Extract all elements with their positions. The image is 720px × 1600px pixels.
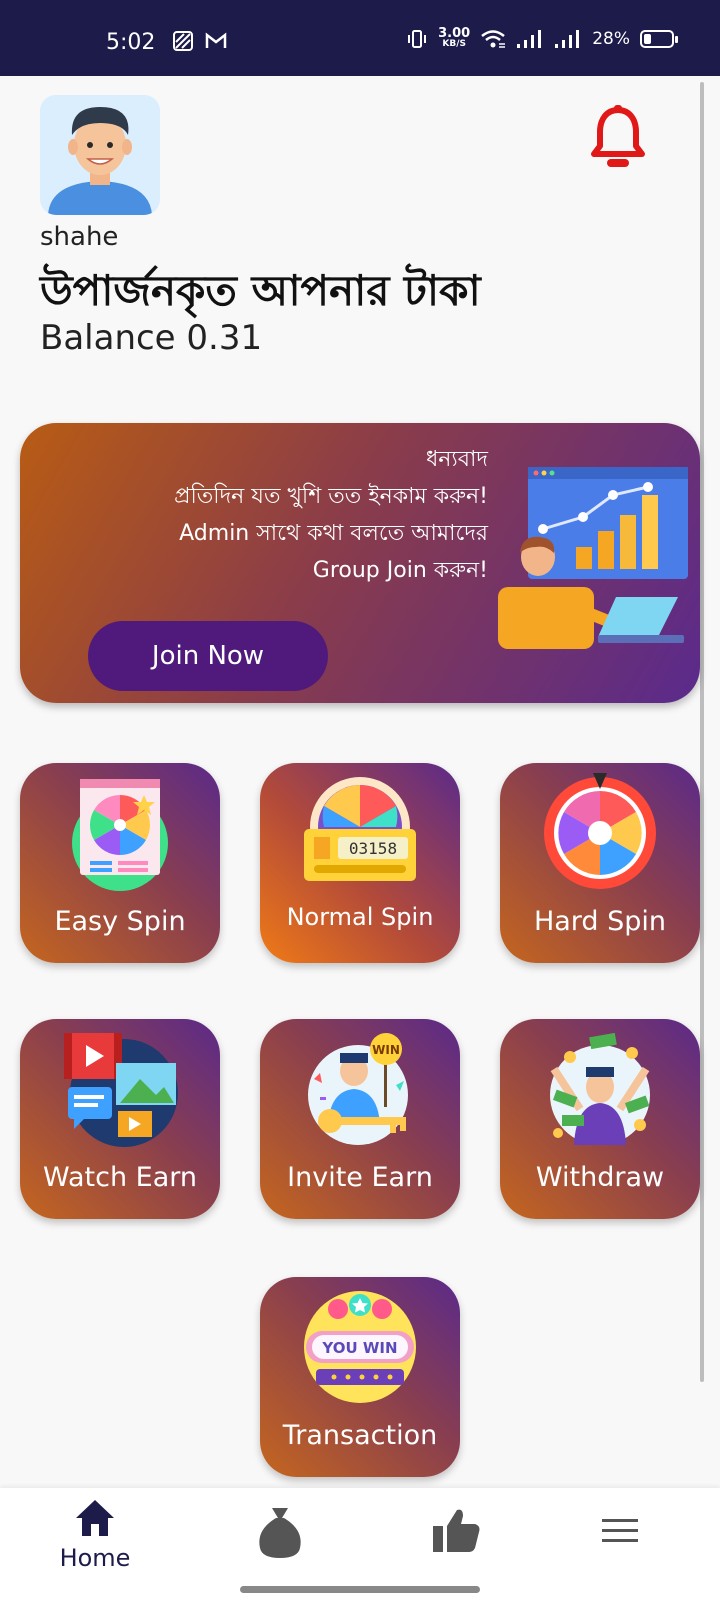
video-media-icon xyxy=(64,1033,178,1147)
net-speed-unit: KB/S xyxy=(442,39,466,49)
wifi-icon xyxy=(481,30,506,48)
invite-earn-tile[interactable]: WIN Invite Earn xyxy=(260,1019,460,1219)
thumbs-up-icon xyxy=(433,1509,480,1552)
win-badge-text: WIN xyxy=(372,1043,400,1057)
banner-text: ধন্যবাদ প্রতিদিন যত খুশি তত ইনকাম করুন! … xyxy=(174,441,488,589)
you-win-text: YOU WIN xyxy=(321,1339,397,1357)
net-speed-value: 3.00 xyxy=(438,26,471,41)
normal-spin-tile[interactable]: 03158 Normal Spin xyxy=(260,763,460,963)
hard-spin-tile[interactable]: Hard Spin xyxy=(500,763,700,963)
promo-banner: ধন্যবাদ প্রতিদিন যত খুশি তত ইনকাম করুন! … xyxy=(20,423,700,703)
banner-line-4: Group Join করুন! xyxy=(312,558,488,583)
avatar[interactable] xyxy=(40,95,160,215)
banner-line-3: Admin সাথে কথা বলতে আমাদের xyxy=(179,521,488,546)
nav-home-label: Home xyxy=(59,1544,131,1572)
banner-line-1: ধন্যবাদ xyxy=(425,447,488,472)
easy-spin-tile[interactable]: Easy Spin xyxy=(20,763,220,963)
tile-label: Easy Spin xyxy=(54,906,186,937)
tile-label: Hard Spin xyxy=(533,906,667,937)
tile-label: Withdraw xyxy=(535,1162,665,1193)
analytics-presenter-illustration xyxy=(498,467,688,649)
notification-bell-button[interactable] xyxy=(588,104,648,170)
username: shahe xyxy=(40,222,119,252)
network-speed: 3.00 KB/S xyxy=(438,26,471,50)
spin-wheel-browser-icon xyxy=(72,779,168,891)
battery-percent: 28% xyxy=(592,29,630,49)
gesture-home-bar[interactable] xyxy=(240,1586,480,1593)
bell-icon xyxy=(591,105,645,167)
tile-label: Normal Spin xyxy=(286,903,434,931)
gmail-notification-icon xyxy=(205,32,227,48)
status-bar: 5:02 3.00 KB/S 28% xyxy=(0,0,720,76)
slot-machine-icon: 03158 xyxy=(304,777,416,881)
status-time: 5:02 xyxy=(106,30,156,55)
money-rain-icon xyxy=(550,1032,650,1145)
banner-line-2: প্রতিদিন যত খুশি তত ইনকাম করুন! xyxy=(174,484,488,509)
battery-icon xyxy=(640,30,678,48)
color-wheel-icon xyxy=(544,773,656,889)
watch-earn-tile[interactable]: Watch Earn xyxy=(20,1019,220,1219)
battery-fill xyxy=(644,34,651,44)
gallery-notification-icon xyxy=(173,31,193,51)
nav-home[interactable]: Home xyxy=(35,1498,155,1588)
hamburger-menu-icon xyxy=(602,1519,638,1542)
user-avatar-icon xyxy=(40,95,160,215)
signal-icon-2 xyxy=(555,30,580,48)
signal-icon-1 xyxy=(517,30,542,48)
home-icon xyxy=(76,1500,114,1536)
tile-label: Invite Earn xyxy=(287,1162,433,1193)
nav-menu[interactable] xyxy=(560,1498,680,1588)
nav-money-bag[interactable] xyxy=(220,1498,340,1588)
notification-icons xyxy=(172,30,228,52)
withdraw-tile[interactable]: Withdraw xyxy=(500,1019,700,1219)
bottom-navigation: Home xyxy=(0,1488,720,1600)
scrollbar[interactable] xyxy=(700,82,704,1382)
you-win-sign-icon: YOU WIN xyxy=(304,1291,416,1403)
slot-digits: 03158 xyxy=(349,839,397,858)
tile-label: Transaction xyxy=(282,1420,438,1451)
money-bag-icon xyxy=(259,1508,301,1558)
join-now-button[interactable]: Join Now xyxy=(88,621,328,691)
vibrate-icon xyxy=(408,30,427,48)
transaction-tile[interactable]: YOU WIN Transaction xyxy=(260,1277,460,1477)
nav-like[interactable] xyxy=(396,1498,516,1588)
balance-text: Balance 0.31 xyxy=(40,318,263,358)
tile-label: Watch Earn xyxy=(43,1162,197,1193)
winner-key-icon: WIN xyxy=(308,1033,408,1145)
